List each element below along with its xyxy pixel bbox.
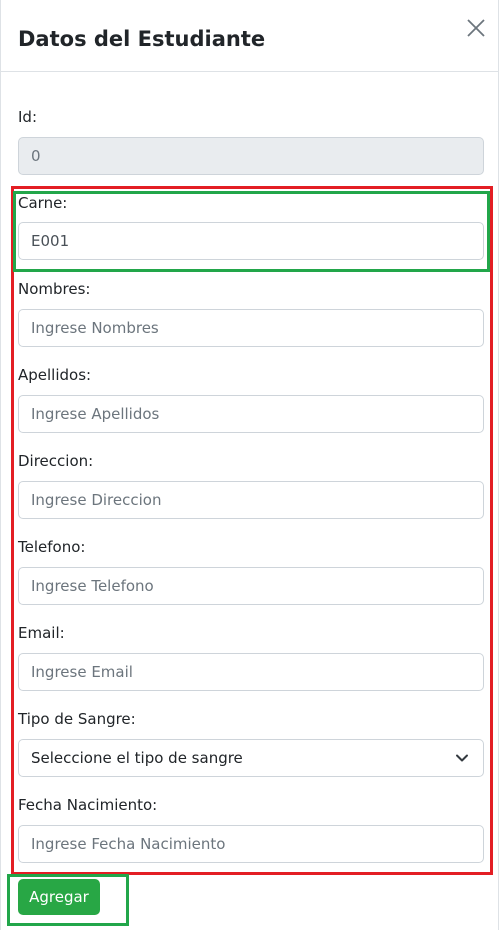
highlight-box-red: [11, 186, 493, 875]
student-modal: Datos del Estudiante Id: Carne: Nombres:…: [0, 0, 499, 930]
close-button[interactable]: [462, 14, 490, 42]
modal-title: Datos del Estudiante: [18, 27, 266, 51]
close-icon: [467, 19, 485, 37]
agregar-button[interactable]: Agregar: [18, 879, 100, 915]
id-label: Id:: [18, 108, 37, 126]
id-field[interactable]: [18, 137, 484, 175]
modal-header: Datos del Estudiante: [1, 0, 499, 72]
highlight-box-green-carne: [13, 191, 490, 272]
